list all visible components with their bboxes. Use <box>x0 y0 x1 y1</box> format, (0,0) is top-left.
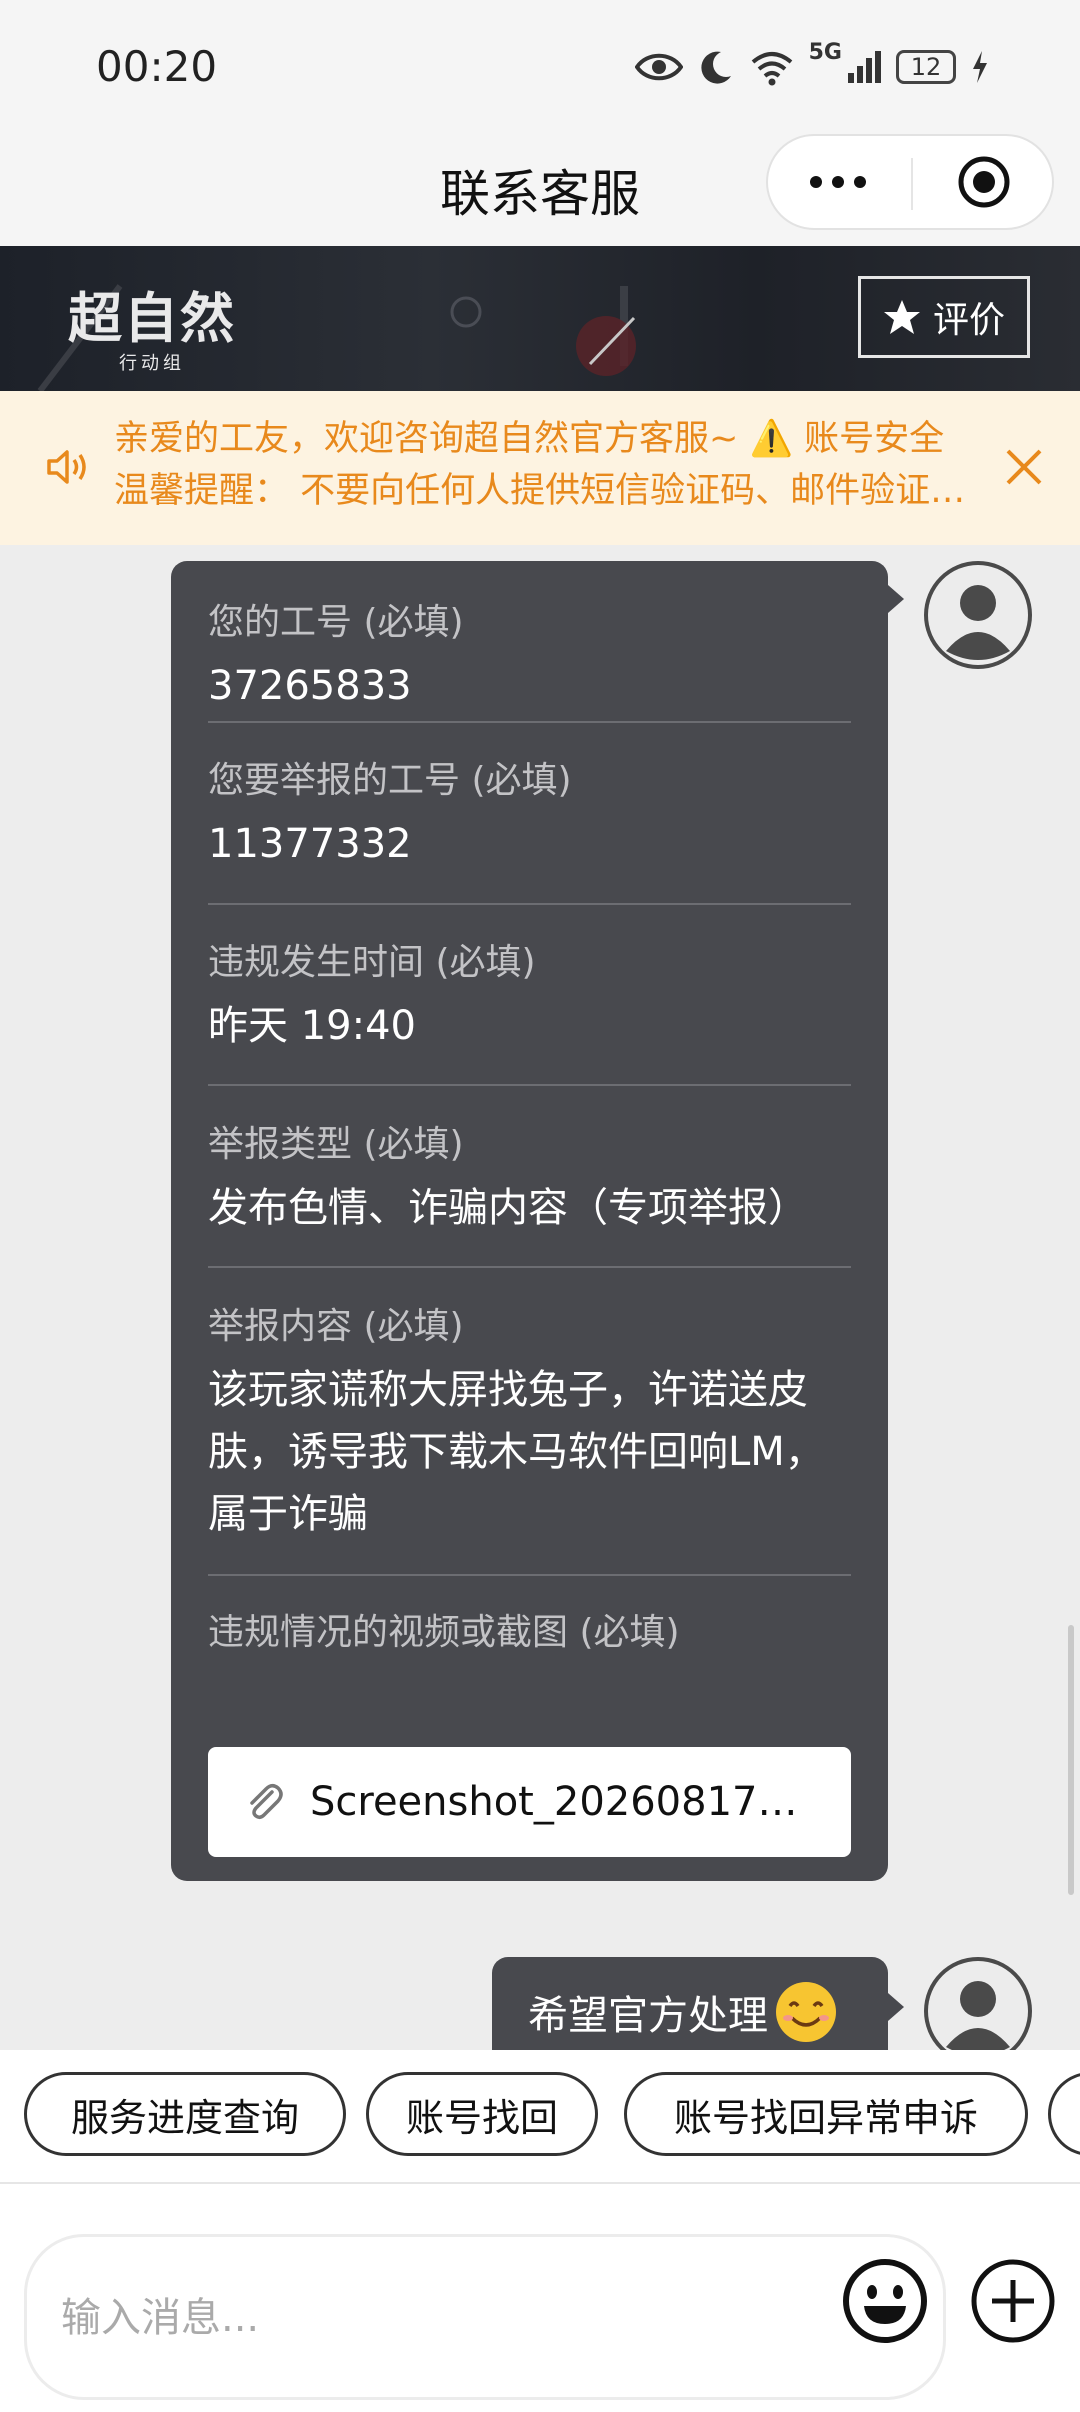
avatar <box>924 1957 1032 2050</box>
notice-line-1: 亲爱的工友，欢迎咨询超自然官方客服~ ⚠️ 账号安全 <box>114 419 945 459</box>
form-field: 举报内容 (必填) 该玩家谎称大屏找兔子，许诺送皮肤，诱导我下载木马软件回响LM… <box>208 1305 851 1545</box>
plus-icon <box>971 2259 1055 2343</box>
network-label: 5G <box>808 40 842 65</box>
emoji-button[interactable] <box>842 2258 928 2344</box>
message-input[interactable] <box>59 2237 843 2399</box>
scrollbar[interactable] <box>1068 1625 1074 1895</box>
field-divider <box>208 1574 851 1576</box>
quick-reply-recovery-appeal[interactable]: 账号找回异常申诉 <box>624 2072 1028 2156</box>
message-text: 希望官方处理 <box>528 1993 768 2039</box>
wifi-icon <box>751 52 792 86</box>
form-field: 您要举报的工号 (必填) 11377332 <box>208 759 851 875</box>
quick-reply-account-recovery[interactable]: 账号找回 <box>366 2072 598 2156</box>
close-miniprogram-button[interactable] <box>914 136 1054 228</box>
field-value: 该玩家谎称大屏找兔子，许诺送皮肤，诱导我下载木马软件回响LM，属于诈骗 <box>208 1367 825 1537</box>
form-field: 违规发生时间 (必填) 昨天 19:40 <box>208 941 851 1057</box>
chip-label: 账号找回异常申诉 <box>673 2095 978 2140</box>
eye-icon <box>634 53 683 81</box>
bubble-tail <box>888 1993 904 2021</box>
input-bar <box>0 2184 1080 2412</box>
target-icon <box>958 156 1010 208</box>
paperclip-icon <box>250 1784 283 1820</box>
attachment-filename: Screenshot_20260817_… <box>310 1779 810 1825</box>
more-button[interactable] <box>768 136 908 228</box>
message-bubble: 希望官方处理 <box>492 1957 888 2050</box>
field-divider <box>208 1084 851 1086</box>
status-time: 00:20 <box>96 42 218 91</box>
notice-bar: 亲爱的工友，欢迎咨询超自然官方客服~ ⚠️ 账号安全 温馨提醒： 不要向任何人提… <box>0 391 1080 545</box>
quick-reply-service-progress[interactable]: 服务进度查询 <box>24 2072 346 2156</box>
report-form-bubble: 您的工号 (必填) 37265833 您要举报的工号 (必填) 11377332… <box>171 561 888 1881</box>
star-icon <box>883 300 920 334</box>
attachment-label: 违规情况的视频或截图 (必填) <box>208 1612 680 1653</box>
emoji-icon <box>843 2259 927 2343</box>
battery-icon: 12 <box>896 50 956 84</box>
field-label: 违规发生时间 (必填) <box>208 942 536 983</box>
form-field: 举报类型 (必填) 发布色情、诈骗内容（专项举报） <box>208 1123 851 1239</box>
smile-emoji-icon <box>776 1982 836 2042</box>
field-value: 11377332 <box>208 821 412 867</box>
rate-label: 评价 <box>932 300 1005 341</box>
notice-line-2: 温馨提醒： 不要向任何人提供短信验证码、邮件验证… <box>114 471 966 511</box>
message-input-box <box>24 2234 946 2400</box>
attachment-card[interactable]: Screenshot_20260817_… <box>208 1747 851 1857</box>
user-icon <box>924 1957 1032 2050</box>
quick-reply-bar: 服务进度查询 账号找回 账号找回异常申诉 <box>0 2050 1080 2184</box>
field-divider <box>208 903 851 905</box>
field-label: 举报类型 (必填) <box>208 1124 464 1165</box>
game-banner: 超自然 行动组 评价 <box>0 246 1080 391</box>
title-bar: 联系客服 <box>0 134 1080 246</box>
form-field: 您的工号 (必填) 37265833 <box>208 601 851 717</box>
close-icon[interactable] <box>1004 447 1044 487</box>
field-value: 37265833 <box>208 663 412 709</box>
chip-label: 服务进度查询 <box>70 2095 299 2140</box>
form-field: 违规情况的视频或截图 (必填) <box>208 1611 851 1655</box>
add-button[interactable] <box>970 2258 1056 2344</box>
avatar <box>924 561 1032 669</box>
chat-area[interactable]: 您的工号 (必填) 37265833 您要举报的工号 (必填) 11377332… <box>0 545 1080 2050</box>
capsule-divider <box>911 158 913 210</box>
field-divider <box>208 721 851 723</box>
more-dots-icon <box>810 176 866 188</box>
field-label: 举报内容 (必填) <box>208 1306 464 1347</box>
moon-icon <box>701 51 731 84</box>
field-label: 您的工号 (必填) <box>208 602 464 643</box>
charging-icon <box>973 51 987 83</box>
field-label: 您要举报的工号 (必填) <box>208 760 572 801</box>
chip-label: 账号找回 <box>405 2095 558 2140</box>
bubble-tail <box>888 585 904 613</box>
field-divider <box>208 1266 851 1268</box>
game-logo: 超自然 行动组 <box>68 274 236 375</box>
notice-text: 亲爱的工友，欢迎咨询超自然官方客服~ ⚠️ 账号安全 温馨提醒： 不要向任何人提… <box>114 413 974 517</box>
user-icon <box>924 561 1032 669</box>
status-icons: 5G 12 <box>634 40 990 94</box>
field-value: 发布色情、诈骗内容（专项举报） <box>208 1185 808 1231</box>
battery-level: 12 <box>910 53 942 81</box>
logo-title: 超自然 <box>68 286 236 350</box>
signal-icon <box>848 51 881 83</box>
status-bar: 00:20 5G 12 <box>0 0 1080 134</box>
rate-button[interactable]: 评价 <box>858 276 1030 358</box>
quick-reply-more[interactable] <box>1048 2072 1080 2156</box>
speaker-icon <box>47 450 86 484</box>
mini-program-capsule <box>766 134 1054 230</box>
field-value: 昨天 19:40 <box>208 1003 416 1049</box>
